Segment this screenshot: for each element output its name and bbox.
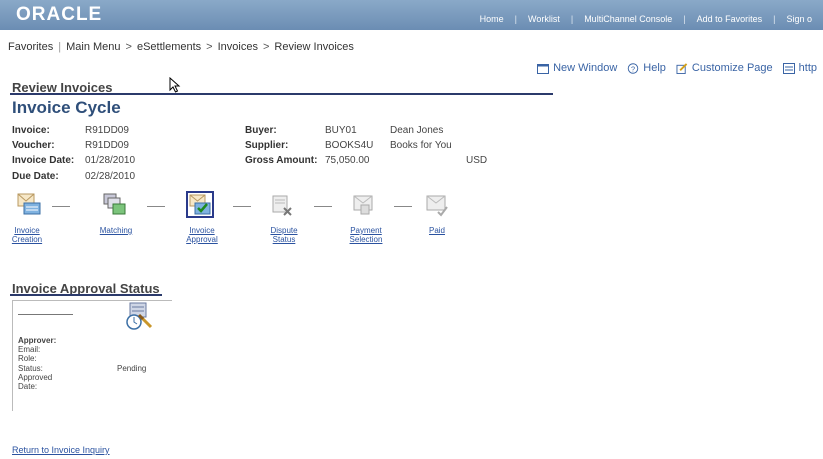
invoice-value: R91DD09 [85,125,129,136]
paid-icon[interactable] [424,193,450,217]
date-label: Date: [18,382,38,391]
gross-amount-value: 75,050.00 [325,155,370,166]
email-label: Email: [18,345,41,354]
breadcrumb: Favorites | Main Menu > eSettlements > I… [0,39,823,56]
new-window-icon [537,63,550,74]
step-label: Payment [350,226,382,235]
svg-text:?: ? [631,64,635,73]
nav-sign-out[interactable]: Sign o [775,14,823,24]
buyer-id: BUY01 [325,125,357,136]
help-link[interactable]: ? Help [627,62,666,74]
voucher-label: Voucher: [12,140,55,151]
nav-home[interactable]: Home [469,14,515,24]
status-value: Pending [117,364,147,373]
breadcrumb-arrow: > [206,41,213,53]
step-link-dispute-status[interactable]: Dispute Status [262,226,306,244]
oracle-logo: ORACLE [16,4,103,25]
top-banner: ORACLE Home | Worklist | MultiChannel Co… [0,0,823,30]
page-toolbar: New Window ? Help Customize Page http [527,62,817,74]
buyer-label: Buyer: [245,125,277,136]
top-nav: Home | Worklist | MultiChannel Console |… [469,14,823,24]
approver-label: Approver: [18,336,57,345]
currency-code: USD [466,155,488,166]
invoice-label: Invoice: [12,125,50,136]
nav-worklist[interactable]: Worklist [517,14,571,24]
http-label: http [798,62,817,74]
buyer-name: Dean Jones [390,125,444,136]
step-label: Invoice [189,226,215,235]
due-date-label: Due Date: [12,171,59,182]
supplier-id: BOOKS4U [325,140,374,151]
status-label: Status: [18,364,43,373]
breadcrumb-invoices[interactable]: Invoices [218,41,258,53]
breadcrumb-separator: | [58,41,62,53]
step-connector [52,206,70,207]
breadcrumb-main-menu[interactable]: Main Menu [66,41,120,53]
step-label: Status [272,235,296,244]
nav-add-to-favorites[interactable]: Add to Favorites [686,14,774,24]
approver-status-icon [126,302,153,330]
breadcrumb-arrow: > [262,41,270,53]
step-link-invoice-approval[interactable]: Invoice Approval [180,226,224,244]
new-window-link[interactable]: New Window [537,62,617,74]
approved-label: Approved [18,373,53,382]
approval-status-divider [10,294,162,296]
dispute-status-icon[interactable] [269,194,295,218]
new-window-label: New Window [553,62,618,74]
nav-multichannel-console[interactable]: MultiChannel Console [573,14,683,24]
http-link[interactable]: http [782,62,817,74]
due-date-value: 02/28/2010 [85,171,136,182]
breadcrumb-favorites[interactable]: Favorites [8,41,53,53]
invoice-creation-icon[interactable] [16,192,42,216]
step-label: Matching [99,226,133,235]
invoice-date-value: 01/28/2010 [85,155,136,166]
invoice-approval-icon[interactable] [186,191,214,218]
step-connector [314,206,332,207]
step-connector [147,206,165,207]
step-label: Selection [349,235,383,244]
customize-page-label: Customize Page [691,62,773,74]
step-label: Dispute [270,226,298,235]
gross-amount-label: Gross Amount: [245,155,318,166]
section-divider [10,93,553,95]
supplier-name: Books for You [390,140,452,151]
invoice-date-label: Invoice Date: [12,155,75,166]
breadcrumb-esettlements[interactable]: eSettlements [137,41,201,53]
step-connector [233,206,251,207]
step-link-matching[interactable]: Matching [94,226,138,235]
help-label: Help [643,62,666,74]
help-icon: ? [628,62,639,74]
role-label: Role: [18,354,37,363]
voucher-value: R91DD09 [85,140,129,151]
customize-page-link[interactable]: Customize Page [676,62,773,74]
step-label: Paid [428,226,445,235]
step-link-payment-selection[interactable]: Payment Selection [342,226,390,244]
breadcrumb-arrow: > [125,41,132,53]
step-label: Approval [186,235,218,244]
page-title: Invoice Cycle [12,98,121,117]
mouse-pointer-icon [169,77,181,93]
step-connector [394,206,412,207]
matching-icon[interactable] [101,192,127,216]
payment-selection-icon[interactable] [351,193,377,217]
step-link-paid[interactable]: Paid [419,226,455,235]
step-label: Invoice [14,226,40,235]
step-link-invoice-creation[interactable]: Invoice Creation [6,226,48,244]
step-label: Creation [11,235,43,244]
http-icon [782,62,795,74]
supplier-label: Supplier: [245,140,289,151]
customize-page-icon [676,62,688,74]
breadcrumb-review-invoices[interactable]: Review Invoices [274,41,353,53]
return-to-invoice-inquiry-link[interactable]: Return to Invoice Inquiry [12,445,110,455]
approver-divider [18,314,73,315]
